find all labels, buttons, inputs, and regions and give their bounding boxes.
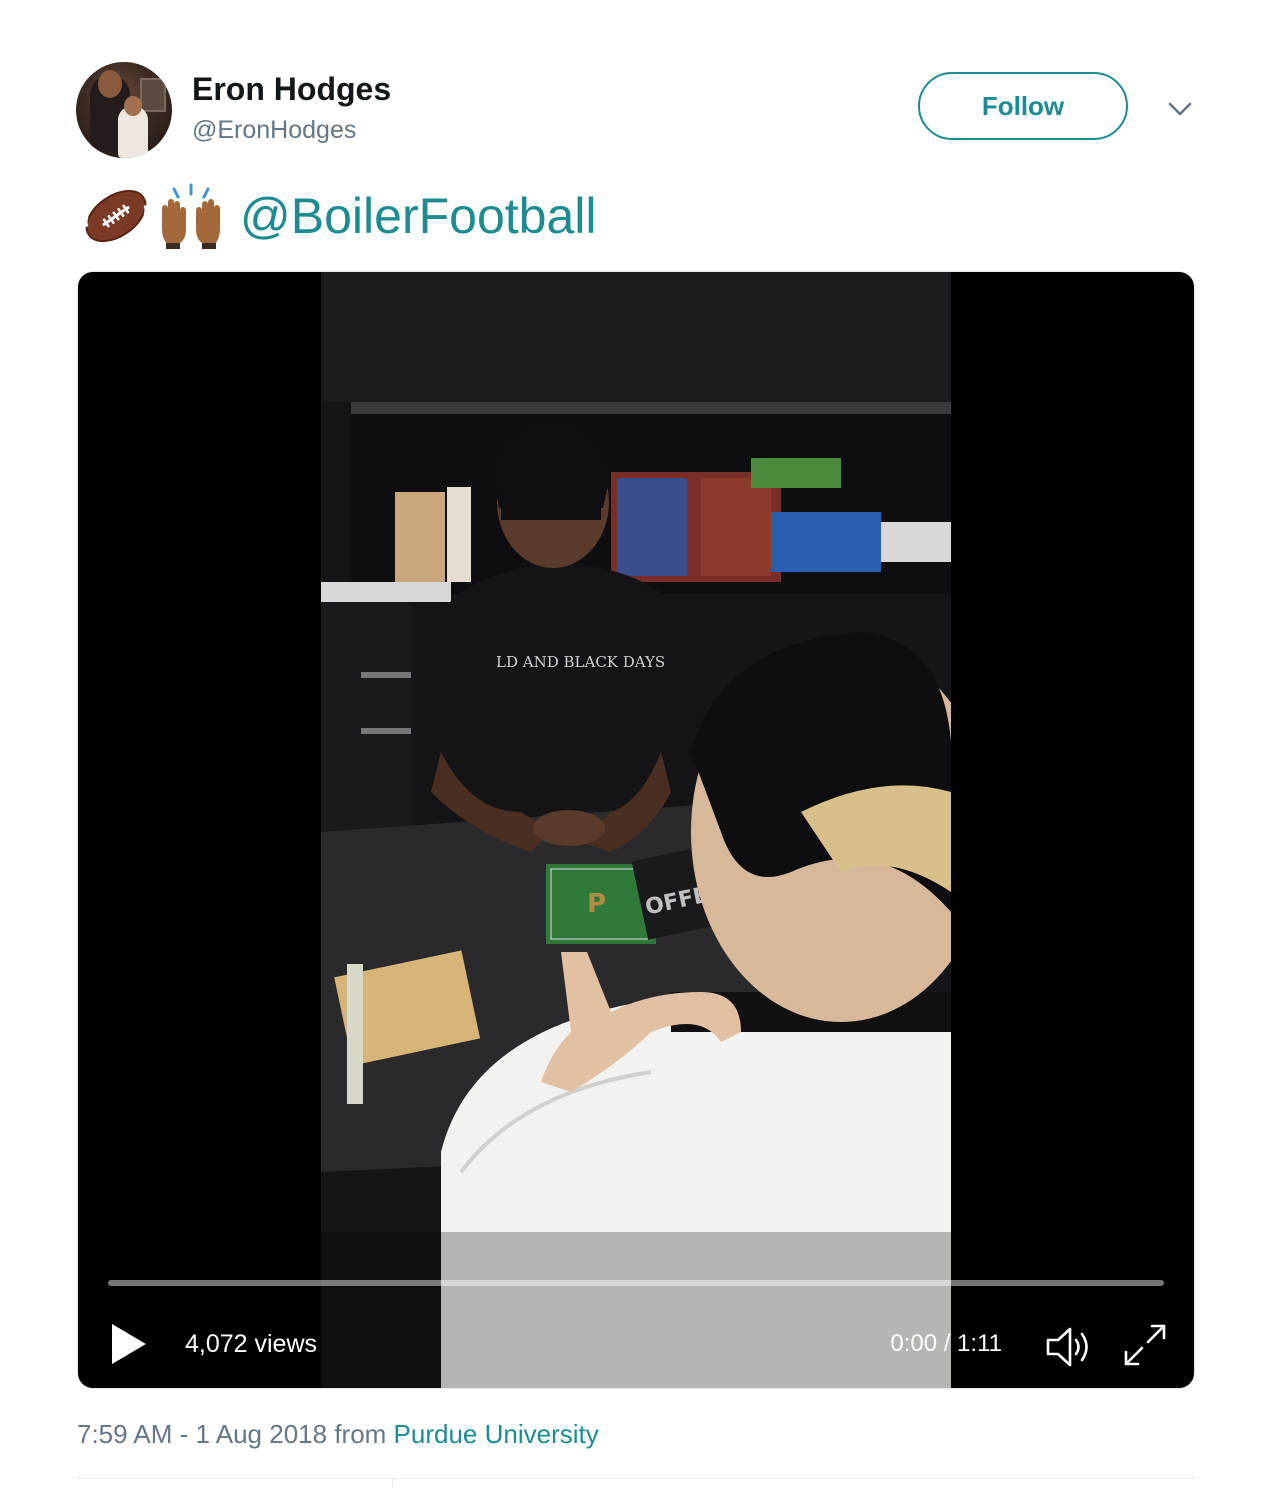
author-avatar[interactable] xyxy=(76,62,172,158)
source-link[interactable]: Purdue University xyxy=(394,1419,599,1449)
author-handle[interactable]: @EronHodges xyxy=(192,114,356,146)
avatar-head-1 xyxy=(98,70,122,98)
follow-button[interactable]: Follow xyxy=(918,72,1128,140)
from-label: from xyxy=(334,1419,387,1449)
video-frame-image: LD AND BLACK DAYS P OFFER xyxy=(321,272,951,1388)
tweet-timestamp[interactable]: 7:59 AM - 1 Aug 2018 xyxy=(77,1419,327,1449)
tweet-metadata: 7:59 AM - 1 Aug 2018 from Purdue Univers… xyxy=(77,1416,599,1452)
chevron-down-icon[interactable] xyxy=(1164,96,1196,122)
play-icon[interactable] xyxy=(108,1322,148,1366)
avatar-background-frame xyxy=(140,78,166,112)
tweet-text: @BoilerFootball xyxy=(80,180,596,252)
football-emoji-icon xyxy=(84,189,148,243)
video-time: 0:00 / 1:11 xyxy=(890,1330,1002,1357)
volume-icon[interactable] xyxy=(1044,1324,1096,1370)
raising-hands-emoji-icon xyxy=(162,183,220,249)
avatar-head-2 xyxy=(124,96,142,116)
mention-link[interactable]: @BoilerFootball xyxy=(240,186,596,246)
video-progress-bar[interactable] xyxy=(108,1280,1164,1286)
author-name[interactable]: Eron Hodges xyxy=(192,70,391,108)
divider-tick xyxy=(392,1478,393,1488)
divider xyxy=(77,1478,1195,1479)
view-count: 4,072 views xyxy=(185,1330,318,1358)
video-player[interactable]: LD AND BLACK DAYS P OFFER 4,072 views 0:… xyxy=(77,271,1195,1389)
fullscreen-icon[interactable] xyxy=(1122,1322,1168,1368)
svg-text:P: P xyxy=(587,889,606,919)
svg-text:LD AND BLACK DAYS: LD AND BLACK DAYS xyxy=(496,653,665,671)
